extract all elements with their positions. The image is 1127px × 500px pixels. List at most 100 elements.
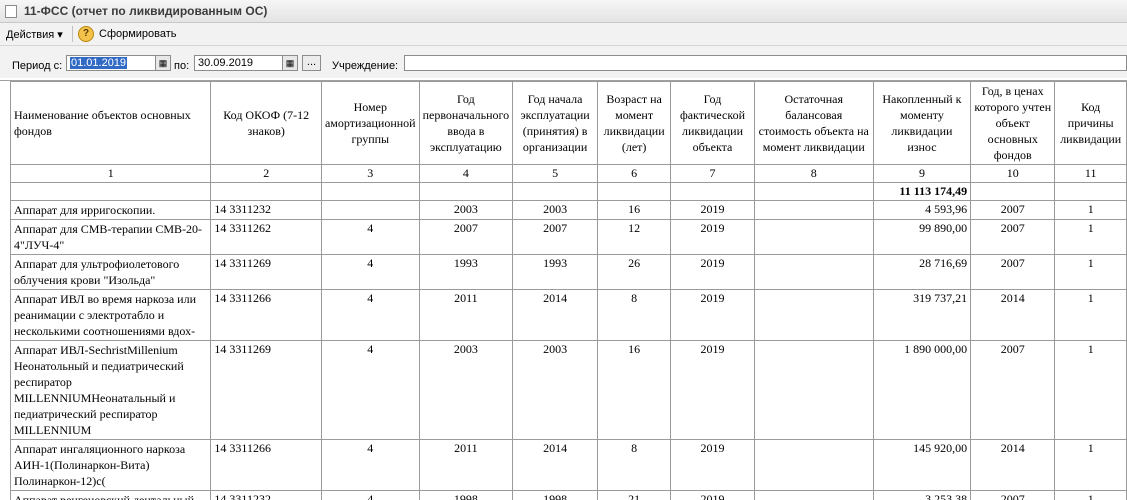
cell-name[interactable]: Аппарат для ультрофиолетового облучения … — [11, 255, 211, 290]
cell-name[interactable]: Аппарат для СМВ-терапии СМВ-20-4"ЛУЧ-4" — [11, 220, 211, 255]
cell-year-first[interactable]: 2003 — [419, 341, 513, 440]
col-number: 3 — [321, 165, 419, 183]
report-grid[interactable]: Наименование объектов основных фондов Ко… — [0, 80, 1127, 500]
col-number: 5 — [513, 165, 598, 183]
cell-year-first[interactable]: 2011 — [419, 290, 513, 341]
total-wear: 11 113 174,49 — [873, 183, 970, 201]
col-header-year-first: Год первоначального ввода в эксплуатацию — [419, 82, 513, 165]
cell-age[interactable]: 16 — [597, 201, 670, 220]
toolbar: Действия ▾ ? Сформировать — [0, 23, 1127, 46]
cell-name[interactable]: Аппарат ИВЛ во время наркоза или реанима… — [11, 290, 211, 341]
cell-name[interactable]: Аппарат для ирригоскопии. — [11, 201, 211, 220]
cell-wear[interactable]: 4 593,96 — [873, 201, 970, 220]
cell-year-liq[interactable]: 2019 — [671, 220, 754, 255]
cell-group[interactable]: 4 — [321, 440, 419, 491]
period-from-value: 01.01.2019 — [70, 57, 127, 69]
total-row: 11 113 174,49 — [11, 183, 1127, 201]
cell-okof[interactable]: 14 3311262 — [211, 220, 322, 255]
cell-reason[interactable]: 1 — [1055, 341, 1127, 440]
cell-group[interactable]: 4 — [321, 341, 419, 440]
cell-wear[interactable]: 28 716,69 — [873, 255, 970, 290]
header-row: Наименование объектов основных фондов Ко… — [11, 82, 1127, 165]
cell-year-liq[interactable]: 2019 — [671, 341, 754, 440]
cell-age[interactable]: 26 — [597, 255, 670, 290]
institution-input[interactable] — [404, 55, 1127, 71]
cell-residual[interactable] — [754, 201, 873, 220]
cell-age[interactable]: 8 — [597, 440, 670, 491]
report-table: Наименование объектов основных фондов Ко… — [10, 81, 1127, 500]
table-row[interactable]: Аппарат ингаляционного наркоза АИН-1(Пол… — [11, 440, 1127, 491]
cell-year-start[interactable]: 2014 — [513, 440, 598, 491]
institution-label: Учреждение: — [332, 60, 398, 72]
help-icon[interactable]: ? — [78, 26, 94, 42]
cell-year-liq[interactable]: 2019 — [671, 440, 754, 491]
cell-residual[interactable] — [754, 290, 873, 341]
cell-year-start[interactable]: 1993 — [513, 255, 598, 290]
cell-price-year[interactable]: 2014 — [971, 440, 1055, 491]
cell-year-liq[interactable]: 2019 — [671, 255, 754, 290]
table-row[interactable]: Аппарат для ультрофиолетового облучения … — [11, 255, 1127, 290]
cell-reason[interactable]: 1 — [1055, 255, 1127, 290]
cell-reason[interactable]: 1 — [1055, 440, 1127, 491]
table-row[interactable]: Аппарат ИВЛ-SechristMillenium Неонатольн… — [11, 341, 1127, 440]
cell-price-year[interactable]: 2014 — [971, 290, 1055, 341]
cell-age[interactable]: 12 — [597, 220, 670, 255]
col-header-year-start: Год начала эксплуатации (принятия) в орг… — [513, 82, 598, 165]
calendar-icon[interactable]: ▦ — [282, 55, 298, 71]
cell-price-year[interactable]: 2007 — [971, 220, 1055, 255]
col-header-reason: Код причины ликвидации — [1055, 82, 1127, 165]
cell-year-first[interactable]: 1993 — [419, 255, 513, 290]
period-from-input[interactable]: 01.01.2019 — [66, 55, 156, 71]
cell-age[interactable]: 16 — [597, 341, 670, 440]
table-row[interactable]: Аппарат ИВЛ во время наркоза или реанима… — [11, 290, 1127, 341]
cell-price-year[interactable]: 2007 — [971, 341, 1055, 440]
cell-reason[interactable]: 1 — [1055, 201, 1127, 220]
cell-group[interactable]: 4 — [321, 220, 419, 255]
cell-group[interactable] — [321, 201, 419, 220]
cell-okof[interactable]: 14 3311266 — [211, 440, 322, 491]
select-period-button[interactable]: ... — [302, 55, 321, 71]
cell-year-start[interactable]: 2003 — [513, 341, 598, 440]
period-to-input[interactable]: 30.09.2019 — [194, 55, 284, 71]
cell-okof[interactable]: 14 3311269 — [211, 341, 322, 440]
table-row[interactable]: Аппарат для СМВ-терапии СМВ-20-4"ЛУЧ-4"1… — [11, 220, 1127, 255]
cell-name[interactable]: Аппарат ИВЛ-SechristMillenium Неонатольн… — [11, 341, 211, 440]
period-to-value: 30.09.2019 — [198, 57, 253, 69]
document-icon — [5, 5, 17, 18]
cell-year-liq[interactable]: 2019 — [671, 201, 754, 220]
cell-group[interactable]: 4 — [321, 255, 419, 290]
cell-wear[interactable]: 1 890 000,00 — [873, 341, 970, 440]
cell-year-first[interactable]: 2003 — [419, 201, 513, 220]
cell-year-liq[interactable]: 2019 — [671, 290, 754, 341]
col-header-age: Возраст на момент ликвидации (лет) — [597, 82, 670, 165]
calendar-icon[interactable]: ▦ — [155, 55, 171, 71]
actions-menu-button[interactable]: Действия ▾ — [6, 28, 63, 41]
cell-residual[interactable] — [754, 440, 873, 491]
cell-price-year[interactable]: 2007 — [971, 255, 1055, 290]
cell-year-start[interactable]: 2014 — [513, 290, 598, 341]
cell-residual[interactable] — [754, 220, 873, 255]
cell-wear[interactable]: 145 920,00 — [873, 440, 970, 491]
generate-button[interactable]: Сформировать — [99, 28, 177, 40]
cell-year-first[interactable]: 2007 — [419, 220, 513, 255]
cell-age[interactable]: 8 — [597, 290, 670, 341]
cell-wear[interactable]: 99 890,00 — [873, 220, 970, 255]
cell-reason[interactable]: 1 — [1055, 220, 1127, 255]
col-number: 8 — [754, 165, 873, 183]
cell-price-year[interactable]: 2007 — [971, 201, 1055, 220]
cell-group[interactable]: 4 — [321, 290, 419, 341]
cell-reason[interactable]: 1 — [1055, 290, 1127, 341]
cell-year-start[interactable]: 2003 — [513, 201, 598, 220]
cell-okof[interactable]: 14 3311266 — [211, 290, 322, 341]
cell-year-start[interactable]: 2007 — [513, 220, 598, 255]
cell-residual[interactable] — [754, 255, 873, 290]
cell-year-first[interactable]: 2011 — [419, 440, 513, 491]
cell-name[interactable]: Аппарат ингаляционного наркоза АИН-1(Пол… — [11, 440, 211, 491]
window-titlebar: 11-ФСС (отчет по ликвидированным ОС) — [0, 0, 1127, 23]
table-row[interactable]: Аппарат для ирригоскопии.14 331123220032… — [11, 201, 1127, 220]
cell-okof[interactable]: 14 3311269 — [211, 255, 322, 290]
col-number: 10 — [971, 165, 1055, 183]
cell-residual[interactable] — [754, 341, 873, 440]
cell-wear[interactable]: 319 737,21 — [873, 290, 970, 341]
cell-okof[interactable]: 14 3311232 — [211, 201, 322, 220]
